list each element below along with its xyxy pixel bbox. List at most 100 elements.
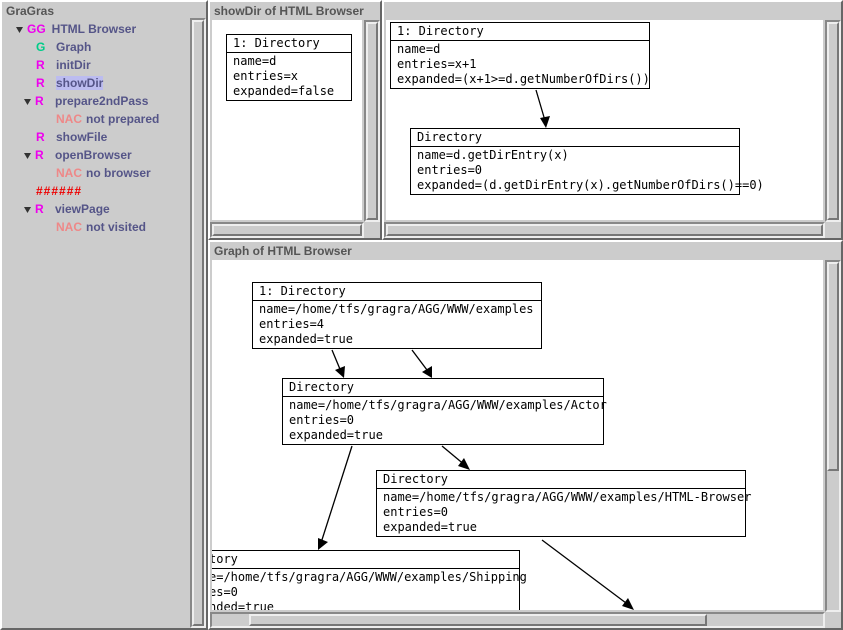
graph-row: Graph of HTML Browser 1: Directory name=… — [208, 240, 843, 630]
lhs-canvas[interactable]: 1: Directory name=d entries=x expanded=f… — [212, 20, 362, 220]
graph-canvas[interactable]: 1: Directory name=/home/tfs/gragra/AGG/W… — [212, 260, 823, 610]
lhs-hscrollbar[interactable] — [210, 222, 364, 238]
node-body: name=/home/tfs/gragra/AGG/WWW/examples e… — [253, 301, 541, 348]
node-attr: name=/home/tfs/gragra/AGG/WWW/examples/A… — [289, 398, 597, 413]
rhs-hscrollbar[interactable] — [384, 222, 825, 238]
node-attr: nded=true — [212, 600, 513, 610]
scrollbar-thumb[interactable] — [192, 20, 204, 626]
scroll-corner — [825, 222, 841, 238]
graph-node-3[interactable]: Directory name=/home/tfs/gragra/AGG/WWW/… — [376, 470, 746, 537]
app-root: GraGras GG HTML Browser G Graph R initDi… — [0, 0, 843, 630]
lhs-node[interactable]: 1: Directory name=d entries=x expanded=f… — [226, 34, 352, 101]
scrollbar-thumb[interactable] — [386, 224, 823, 236]
node-head: tory — [212, 551, 519, 568]
scrollbar-thumb[interactable] — [366, 22, 378, 220]
node-attr: entries=0 — [289, 413, 597, 428]
node-attr: es=0 — [212, 585, 513, 600]
graph-hscrollbar[interactable] — [210, 612, 825, 628]
tree-item-graph[interactable]: G Graph — [4, 38, 206, 56]
scroll-corner — [364, 222, 380, 238]
tree-item-prepare2ndpass[interactable]: R prepare2ndPass — [4, 92, 206, 110]
tree-type-r: R — [36, 130, 50, 144]
tree-panel: GraGras GG HTML Browser G Graph R initDi… — [0, 0, 208, 630]
node-head: Directory — [283, 379, 603, 396]
tree-item-showdir[interactable]: R showDir — [4, 74, 206, 92]
node-body: name=/home/tfs/gragra/AGG/WWW/examples/H… — [377, 489, 745, 536]
tree-type-r: R — [35, 94, 49, 108]
tree-type-gg: GG — [27, 22, 46, 36]
rhs-node-top[interactable]: 1: Directory name=d entries=x+1 expanded… — [390, 22, 650, 89]
node-attr: entries=x — [233, 69, 345, 84]
tree-title: GraGras — [2, 2, 206, 20]
rhs-canvas[interactable]: 1: Directory name=d entries=x+1 expanded… — [386, 20, 823, 220]
node-attr: expanded=true — [383, 520, 739, 535]
tree-nac-notvisited[interactable]: NAC not visited — [4, 218, 206, 236]
node-attr: entries=0 — [417, 163, 733, 178]
tree-item-label: viewPage — [55, 202, 110, 216]
collapse-handle-icon[interactable] — [14, 24, 25, 35]
tree-item-showfile[interactable]: R showFile — [4, 128, 206, 146]
tree-root-row[interactable]: GG HTML Browser — [4, 20, 206, 38]
node-body: name=d entries=x expanded=false — [227, 53, 351, 100]
tree-item-initdir[interactable]: R initDir — [4, 56, 206, 74]
tree-item-label: showFile — [56, 130, 107, 144]
rule-row: showDir of HTML Browser 1: Directory nam… — [208, 0, 843, 240]
tree-nac-nobrowser[interactable]: NAC no browser — [4, 164, 206, 182]
node-attr: entries=0 — [383, 505, 739, 520]
rule-lhs-pane: showDir of HTML Browser 1: Directory nam… — [208, 0, 382, 240]
graph-pane: Graph of HTML Browser 1: Directory name=… — [208, 240, 843, 630]
tree-root-label: HTML Browser — [52, 22, 136, 36]
node-attr: name=d — [397, 42, 643, 57]
tree-sep-text: ###### — [36, 184, 82, 198]
tree-item-label-selected: showDir — [56, 76, 103, 90]
node-attr: name=d.getDirEntry(x) — [417, 148, 733, 163]
tree-nac-notprepared[interactable]: NAC not prepared — [4, 110, 206, 128]
node-body: e=/home/tfs/gragra/AGG/WWW/examples/Ship… — [212, 569, 519, 610]
graph-node-4[interactable]: tory e=/home/tfs/gragra/AGG/WWW/examples… — [212, 550, 520, 610]
node-head: 1: Directory — [253, 283, 541, 300]
node-attr: expanded=false — [233, 84, 345, 99]
tree-type-r: R — [36, 76, 50, 90]
graph-node-2[interactable]: Directory name=/home/tfs/gragra/AGG/WWW/… — [282, 378, 604, 445]
tree-item-label: initDir — [56, 58, 91, 72]
tree-nac-label: not visited — [86, 220, 146, 234]
tree-type-g: G — [36, 40, 50, 54]
graph-vscrollbar[interactable] — [825, 260, 841, 612]
graph-node-1[interactable]: 1: Directory name=/home/tfs/gragra/AGG/W… — [252, 282, 542, 349]
scrollbar-thumb[interactable] — [827, 262, 839, 471]
tree-nac-label: not prepared — [86, 112, 159, 126]
node-attr: name=d — [233, 54, 345, 69]
node-attr: expanded=true — [259, 332, 535, 347]
node-head: 1: Directory — [391, 23, 649, 40]
lhs-vscrollbar[interactable] — [364, 20, 380, 222]
tree-body: GG HTML Browser G Graph R initDir R show… — [2, 20, 206, 236]
tree-item-label: Graph — [56, 40, 91, 54]
tree-type-nac: NAC — [56, 220, 82, 234]
collapse-handle-icon[interactable] — [22, 96, 33, 107]
rhs-vscrollbar[interactable] — [825, 20, 841, 222]
node-body: name=d entries=x+1 expanded=(x+1>=d.getN… — [391, 41, 649, 88]
tree-item-openbrowser[interactable]: R openBrowser — [4, 146, 206, 164]
rule-rhs-pane: . 1: Directory name=d entries=x+1 expand… — [382, 0, 843, 240]
tree-separator: ###### — [4, 182, 206, 200]
tree-item-viewpage[interactable]: R viewPage — [4, 200, 206, 218]
node-attr: name=/home/tfs/gragra/AGG/WWW/examples/H… — [383, 490, 739, 505]
node-attr: expanded=(d.getDirEntry(x).getNumberOfDi… — [417, 178, 733, 193]
rhs-node-bottom[interactable]: Directory name=d.getDirEntry(x) entries=… — [410, 128, 740, 195]
node-attr: entries=x+1 — [397, 57, 643, 72]
scrollbar-thumb[interactable] — [249, 614, 707, 626]
tree-vscrollbar[interactable] — [190, 18, 206, 628]
node-head: Directory — [411, 129, 739, 146]
collapse-handle-icon[interactable] — [22, 204, 33, 215]
tree-nac-label: no browser — [86, 166, 151, 180]
tree-type-nac: NAC — [56, 166, 82, 180]
node-attr: expanded=(x+1>=d.getNumberOfDirs()) — [397, 72, 643, 87]
node-attr: expanded=true — [289, 428, 597, 443]
tree-type-r: R — [35, 202, 49, 216]
tree-type-r: R — [36, 58, 50, 72]
collapse-handle-icon[interactable] — [22, 150, 33, 161]
scrollbar-thumb[interactable] — [827, 22, 839, 220]
scrollbar-thumb[interactable] — [212, 224, 362, 236]
node-head: Directory — [377, 471, 745, 488]
node-body: name=/home/tfs/gragra/AGG/WWW/examples/A… — [283, 397, 603, 444]
